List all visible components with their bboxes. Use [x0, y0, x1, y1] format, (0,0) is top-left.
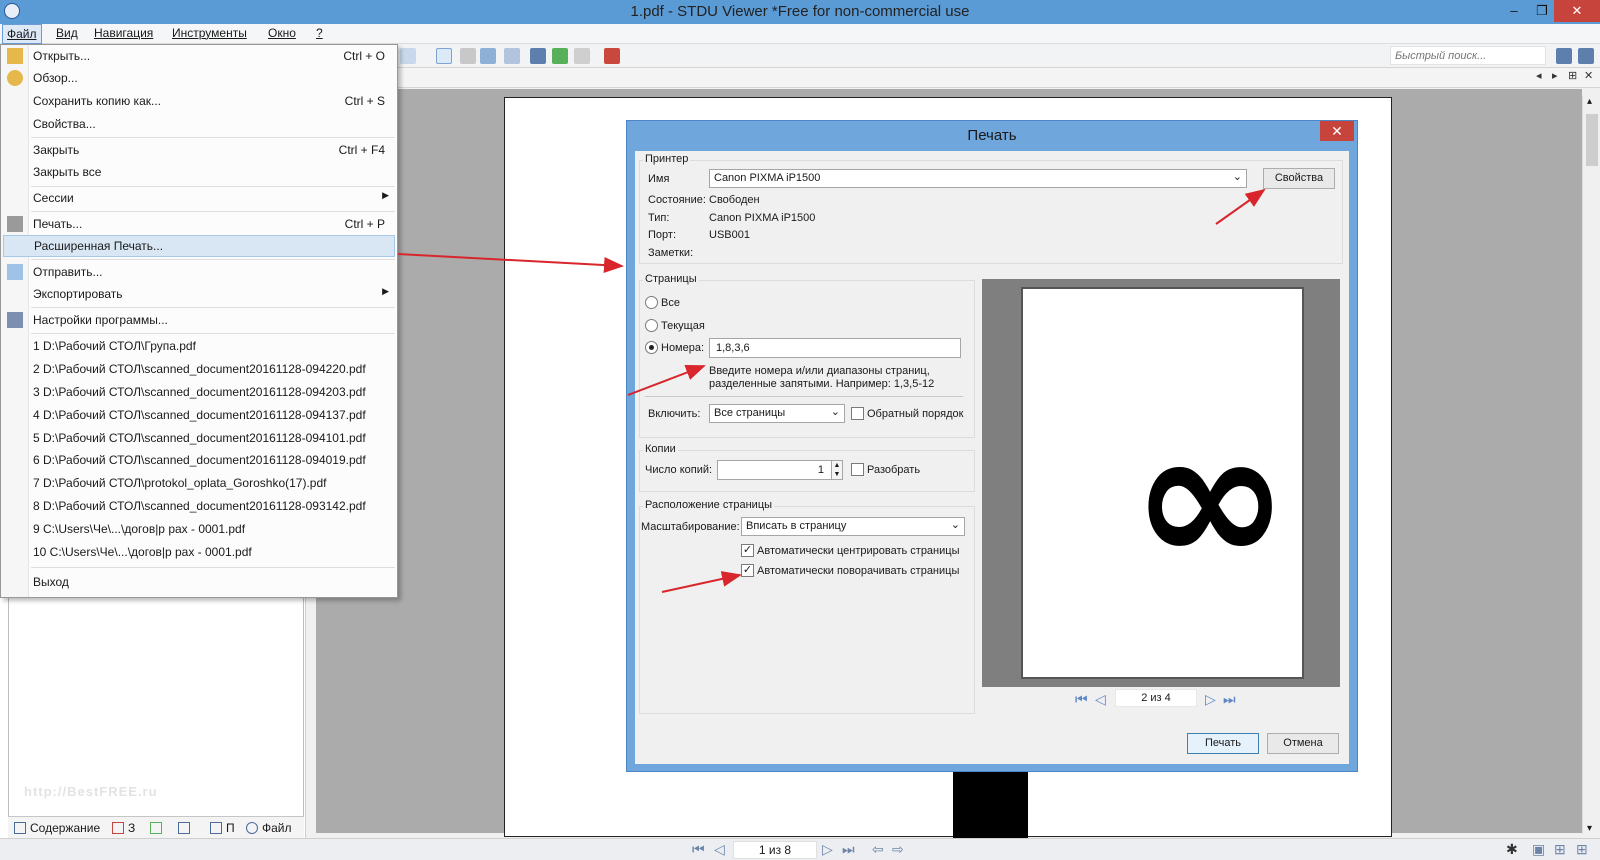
- annotation-arrows: [397, 188, 1266, 593]
- arrow-to-properties: [1215, 188, 1266, 225]
- arrow-to-page-numbers: [627, 364, 706, 396]
- arrow-to-auto-rotate: [661, 571, 742, 593]
- arrow-to-dialog: [397, 253, 624, 274]
